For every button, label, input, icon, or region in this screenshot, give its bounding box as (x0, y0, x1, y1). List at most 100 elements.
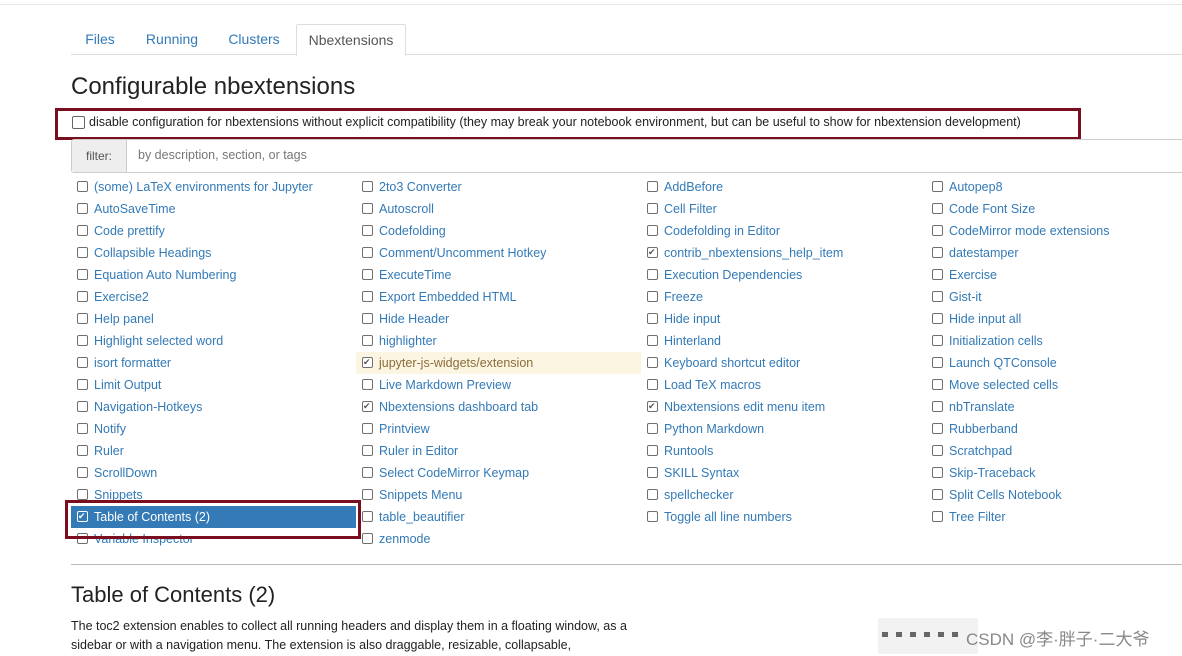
checkbox-icon[interactable] (77, 489, 88, 501)
checkbox-icon[interactable] (932, 247, 943, 259)
checkbox-icon[interactable] (932, 423, 943, 435)
checkbox-icon[interactable] (77, 379, 88, 391)
extension-item[interactable]: Highlight selected word (71, 330, 356, 352)
checkbox-icon[interactable] (77, 203, 88, 215)
extension-item[interactable]: Select CodeMirror Keymap (356, 462, 641, 484)
extension-item[interactable]: Exercise2 (71, 286, 356, 308)
extension-item[interactable]: contrib_nbextensions_help_item (641, 241, 926, 264)
checkbox-icon[interactable] (932, 181, 943, 193)
extension-item[interactable]: 2to3 Converter (356, 176, 641, 198)
extension-item[interactable]: Cell Filter (641, 198, 926, 220)
checkbox-icon[interactable] (932, 335, 943, 347)
extension-item[interactable]: ScrollDown (71, 462, 356, 484)
extension-item[interactable]: spellchecker (641, 484, 926, 506)
extension-item[interactable]: Codefolding (356, 220, 641, 242)
extension-item[interactable]: Code Font Size (926, 198, 1182, 220)
checkbox-icon[interactable] (77, 313, 88, 325)
checkbox-icon[interactable] (932, 467, 943, 479)
extension-item[interactable]: Freeze (641, 286, 926, 308)
extension-item[interactable]: Toggle all line numbers (641, 506, 926, 528)
extension-item[interactable]: Load TeX macros (641, 374, 926, 396)
checkbox-icon[interactable] (362, 445, 373, 457)
extension-item[interactable]: Hinterland (641, 330, 926, 352)
checkbox-icon[interactable] (362, 313, 373, 325)
checkbox-icon[interactable] (362, 379, 373, 391)
checkbox-icon[interactable] (647, 225, 658, 237)
extension-item[interactable]: Code prettify (71, 220, 356, 242)
checkbox-icon[interactable] (362, 511, 373, 523)
extension-item[interactable]: Ruler in Editor (356, 440, 641, 462)
extension-item[interactable]: Autopep8 (926, 176, 1182, 198)
extension-item[interactable]: Export Embedded HTML (356, 286, 641, 308)
extension-item[interactable]: CodeMirror mode extensions (926, 220, 1182, 242)
checkbox-icon[interactable] (647, 357, 658, 369)
checkbox-icon[interactable] (77, 533, 88, 545)
compat-label[interactable]: disable configuration for nbextensions w… (89, 115, 1021, 129)
extension-item[interactable]: Live Markdown Preview (356, 374, 641, 396)
extension-item[interactable]: Python Markdown (641, 418, 926, 440)
checkbox-icon[interactable] (362, 467, 373, 479)
checkbox-icon[interactable] (362, 181, 373, 193)
extension-item[interactable]: Hide Header (356, 308, 641, 330)
checkbox-icon[interactable] (932, 313, 943, 325)
extension-item[interactable]: Snippets Menu (356, 484, 641, 506)
checkbox-icon[interactable] (77, 269, 88, 281)
extension-item[interactable]: AutoSaveTime (71, 198, 356, 220)
extension-item[interactable]: Initialization cells (926, 330, 1182, 352)
checkbox-checked-icon[interactable] (77, 505, 88, 527)
checkbox-icon[interactable] (932, 357, 943, 369)
extension-item[interactable]: Skip-Traceback (926, 462, 1182, 484)
compat-checkbox[interactable] (72, 116, 85, 129)
checkbox-checked-icon[interactable] (647, 395, 658, 417)
checkbox-icon[interactable] (932, 203, 943, 215)
extension-item[interactable]: AddBefore (641, 176, 926, 198)
extension-item[interactable]: Tree Filter (926, 506, 1182, 528)
tab-running[interactable]: Running (133, 24, 211, 54)
extension-item[interactable]: nbTranslate (926, 396, 1182, 418)
extension-item[interactable]: Gist-it (926, 286, 1182, 308)
checkbox-icon[interactable] (647, 511, 658, 523)
extension-item[interactable]: Snippets (71, 484, 356, 506)
checkbox-icon[interactable] (932, 269, 943, 281)
checkbox-icon[interactable] (647, 335, 658, 347)
checkbox-icon[interactable] (77, 335, 88, 347)
extension-item[interactable]: Runtools (641, 440, 926, 462)
checkbox-icon[interactable] (647, 423, 658, 435)
checkbox-icon[interactable] (77, 423, 88, 435)
checkbox-icon[interactable] (932, 445, 943, 457)
checkbox-icon[interactable] (647, 489, 658, 501)
checkbox-icon[interactable] (362, 335, 373, 347)
checkbox-icon[interactable] (77, 467, 88, 479)
extension-item[interactable]: SKILL Syntax (641, 462, 926, 484)
extension-item[interactable]: Keyboard shortcut editor (641, 352, 926, 374)
tab-files[interactable]: Files (71, 24, 129, 54)
extension-item[interactable]: isort formatter (71, 352, 356, 374)
extension-item[interactable]: Move selected cells (926, 374, 1182, 396)
extension-item[interactable]: highlighter (356, 330, 641, 352)
extension-item[interactable]: Notify (71, 418, 356, 440)
checkbox-icon[interactable] (362, 225, 373, 237)
extension-item[interactable]: Variable Inspector (71, 528, 356, 550)
filter-input[interactable] (128, 140, 1178, 170)
checkbox-icon[interactable] (362, 291, 373, 303)
checkbox-checked-icon[interactable] (362, 351, 373, 373)
checkbox-icon[interactable] (77, 225, 88, 237)
extension-item[interactable]: Printview (356, 418, 641, 440)
checkbox-icon[interactable] (647, 445, 658, 457)
tab-nbextensions[interactable]: Nbextensions (296, 24, 406, 56)
checkbox-icon[interactable] (362, 489, 373, 501)
tab-clusters[interactable]: Clusters (215, 24, 293, 54)
checkbox-icon[interactable] (647, 181, 658, 193)
checkbox-icon[interactable] (647, 269, 658, 281)
extension-item[interactable]: Hide input (641, 308, 926, 330)
extension-item[interactable]: ExecuteTime (356, 264, 641, 286)
extension-item[interactable]: Nbextensions dashboard tab (356, 395, 641, 418)
checkbox-icon[interactable] (932, 489, 943, 501)
checkbox-icon[interactable] (647, 291, 658, 303)
extension-item[interactable]: Ruler (71, 440, 356, 462)
checkbox-icon[interactable] (77, 291, 88, 303)
checkbox-icon[interactable] (362, 423, 373, 435)
checkbox-checked-icon[interactable] (362, 395, 373, 417)
extension-item[interactable]: Split Cells Notebook (926, 484, 1182, 506)
checkbox-icon[interactable] (932, 225, 943, 237)
